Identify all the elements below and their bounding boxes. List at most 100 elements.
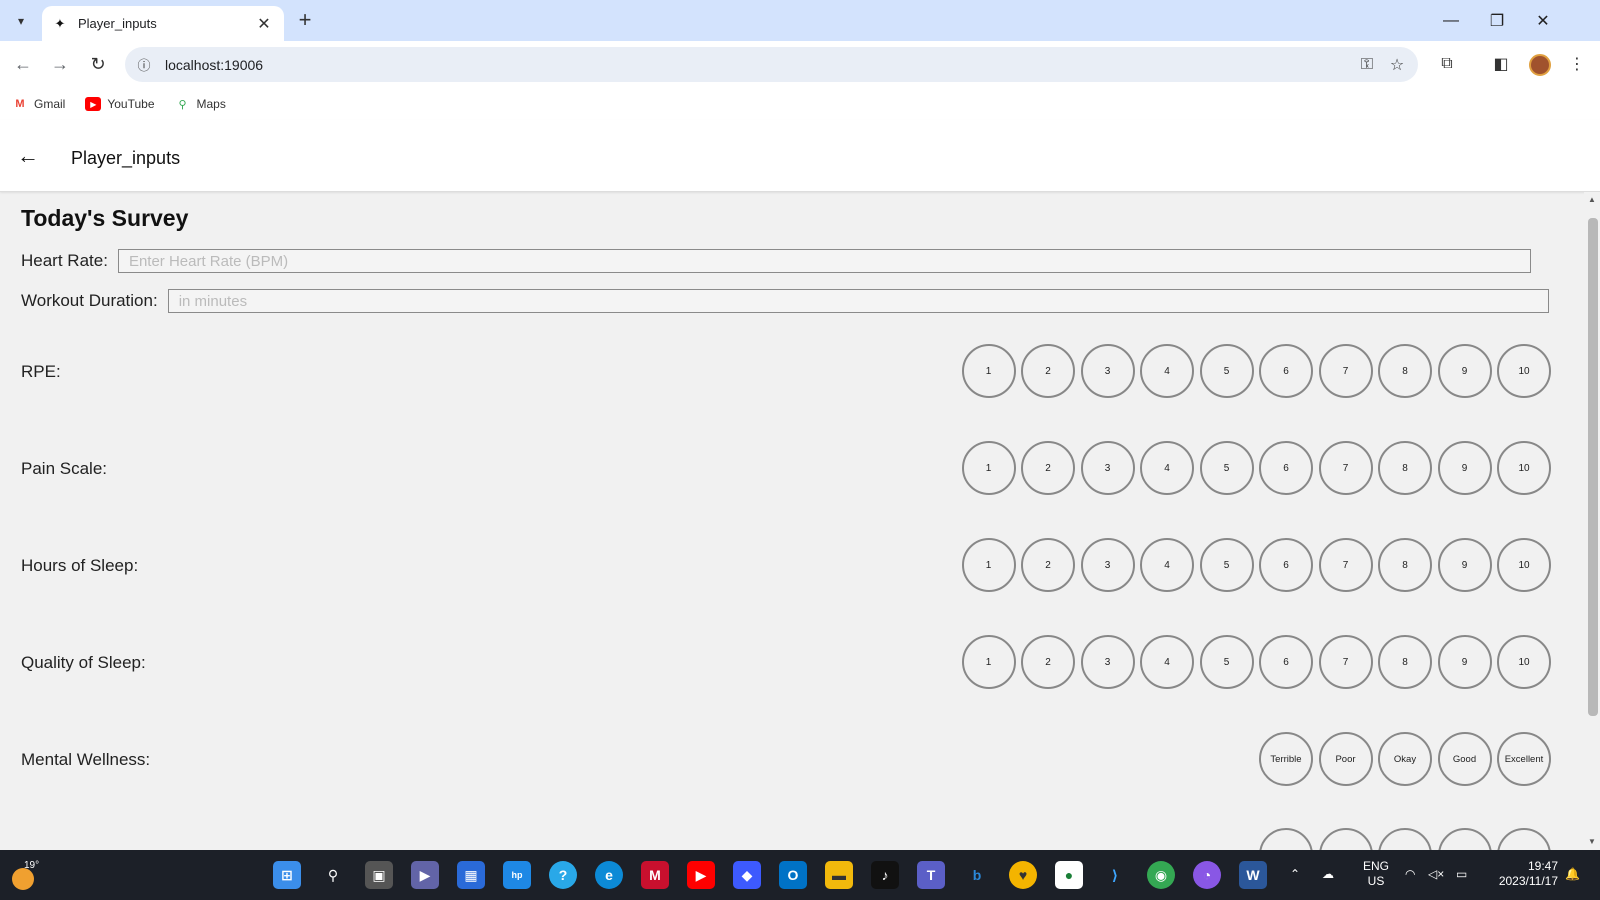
workout-duration-input[interactable]: in minutes bbox=[167, 289, 1549, 313]
scale-option-button[interactable]: 8 bbox=[1378, 441, 1432, 495]
scale-option-button[interactable] bbox=[1259, 828, 1313, 850]
scale-option-button[interactable]: Terrible bbox=[1259, 732, 1313, 786]
scale-option-button[interactable]: 9 bbox=[1437, 344, 1492, 398]
tiktok-icon[interactable]: ♪ bbox=[871, 861, 899, 889]
new-tab-button[interactable]: + bbox=[292, 8, 318, 34]
scale-option-button[interactable]: 7 bbox=[1318, 441, 1373, 495]
tab-search-chevron-icon[interactable]: ▾ bbox=[8, 8, 34, 34]
extensions-icon[interactable]: ⧉ bbox=[1432, 49, 1462, 79]
scale-option-button[interactable]: 5 bbox=[1199, 441, 1254, 495]
scale-option-button[interactable]: 2 bbox=[1021, 538, 1075, 592]
reload-icon[interactable]: ↻ bbox=[83, 49, 113, 79]
task-view-icon[interactable]: ▣ bbox=[365, 861, 393, 889]
heart-rate-input[interactable]: Enter Heart Rate (BPM) bbox=[117, 249, 1531, 273]
clock[interactable]: 19:47 2023/11/17 bbox=[1486, 859, 1558, 889]
scale-option-button[interactable]: 1 bbox=[961, 441, 1016, 495]
password-key-icon[interactable]: ⚿ bbox=[1352, 50, 1382, 80]
teams-icon[interactable]: T bbox=[917, 861, 945, 889]
scale-option-button[interactable]: 3 bbox=[1080, 635, 1135, 689]
scale-option-button[interactable] bbox=[1318, 828, 1373, 850]
copilot-icon[interactable]: ◆ bbox=[733, 861, 761, 889]
start-icon[interactable]: ⊞ bbox=[273, 861, 301, 889]
site-info-icon[interactable]: ⓘ bbox=[133, 54, 155, 76]
scale-option-button[interactable]: 1 bbox=[961, 635, 1016, 689]
green-app-icon[interactable]: ● bbox=[1055, 861, 1083, 889]
weather-widget[interactable]: 19° bbox=[10, 858, 50, 892]
scale-option-button[interactable]: 6 bbox=[1259, 538, 1313, 592]
scale-option-button[interactable]: 9 bbox=[1437, 441, 1492, 495]
volume-muted-icon[interactable]: ◁× bbox=[1428, 867, 1444, 882]
outlook-icon[interactable]: O bbox=[779, 861, 807, 889]
scale-option-button[interactable]: 10 bbox=[1497, 635, 1551, 689]
scale-option-button[interactable]: Excellent bbox=[1497, 732, 1551, 786]
scale-option-button[interactable]: 2 bbox=[1021, 441, 1075, 495]
url-text[interactable]: localhost:19006 bbox=[165, 57, 1352, 73]
scale-option-button[interactable]: 10 bbox=[1497, 344, 1551, 398]
scale-option-button[interactable]: 1 bbox=[961, 344, 1016, 398]
onedrive-icon[interactable]: ☁ bbox=[1322, 867, 1334, 882]
bing-icon[interactable]: b bbox=[963, 861, 991, 889]
scale-option-button[interactable]: 10 bbox=[1497, 441, 1551, 495]
scale-option-button[interactable]: 4 bbox=[1140, 441, 1194, 495]
vscode-icon[interactable]: ⟩ bbox=[1101, 861, 1129, 889]
help-icon[interactable]: ? bbox=[549, 861, 577, 889]
file-explorer-icon[interactable]: ▬ bbox=[825, 861, 853, 889]
scale-option-button[interactable] bbox=[1437, 828, 1492, 850]
scale-option-button[interactable]: 7 bbox=[1318, 538, 1373, 592]
language-indicator[interactable]: ENG US bbox=[1358, 859, 1394, 889]
scale-option-button[interactable]: 4 bbox=[1140, 344, 1194, 398]
bookmark-star-icon[interactable]: ☆ bbox=[1382, 50, 1412, 80]
scale-option-button[interactable]: 9 bbox=[1437, 538, 1492, 592]
scale-option-button[interactable]: 4 bbox=[1140, 538, 1194, 592]
chrome-icon[interactable]: ◉ bbox=[1147, 861, 1175, 889]
scale-option-button[interactable]: 4 bbox=[1140, 635, 1194, 689]
page-scrollbar[interactable]: ▲ ▼ bbox=[1584, 192, 1600, 850]
github-icon[interactable]: ◔ bbox=[1193, 861, 1221, 889]
battery-icon[interactable]: ▭ bbox=[1456, 867, 1467, 882]
tab-close-icon[interactable]: ✕ bbox=[254, 14, 274, 34]
myhp-icon[interactable]: hp bbox=[503, 861, 531, 889]
scale-option-button[interactable]: 5 bbox=[1199, 538, 1254, 592]
scale-option-button[interactable]: 9 bbox=[1437, 635, 1492, 689]
avatar[interactable] bbox=[1529, 54, 1551, 76]
menu-kebab-icon[interactable]: ⋮ bbox=[1562, 49, 1592, 79]
scale-option-button[interactable] bbox=[1497, 828, 1551, 850]
scale-option-button[interactable]: Okay bbox=[1378, 732, 1432, 786]
scrollbar-thumb[interactable] bbox=[1588, 218, 1598, 716]
notification-bell-icon[interactable]: 🔔 bbox=[1565, 867, 1580, 882]
scale-option-button[interactable]: 8 bbox=[1378, 538, 1432, 592]
scale-option-button[interactable]: 10 bbox=[1497, 538, 1551, 592]
scale-option-button[interactable]: 8 bbox=[1378, 635, 1432, 689]
tray-chevron-up-icon[interactable]: ⌃ bbox=[1290, 867, 1300, 882]
browser-tab[interactable]: ✦ Player_inputs ✕ bbox=[42, 6, 284, 41]
edge-icon[interactable]: e bbox=[595, 861, 623, 889]
youtube-app-icon[interactable]: ▶ bbox=[687, 861, 715, 889]
scale-option-button[interactable]: 6 bbox=[1259, 635, 1313, 689]
search-icon[interactable]: ⚲ bbox=[319, 861, 347, 889]
bookmark-maps[interactable]: ⚲ Maps bbox=[175, 97, 225, 111]
scale-option-button[interactable]: 3 bbox=[1080, 441, 1135, 495]
back-arrow-icon[interactable]: ← bbox=[14, 142, 42, 170]
forward-nav-icon[interactable]: → bbox=[45, 49, 75, 79]
scale-option-button[interactable]: 6 bbox=[1259, 441, 1313, 495]
scroll-down-arrow-icon[interactable]: ▼ bbox=[1584, 834, 1600, 850]
scale-option-button[interactable]: 7 bbox=[1318, 635, 1373, 689]
scale-option-button[interactable]: 5 bbox=[1199, 635, 1254, 689]
restore-icon[interactable]: ❐ bbox=[1474, 0, 1520, 41]
mcafee-icon[interactable]: M bbox=[641, 861, 669, 889]
scale-option-button[interactable]: 3 bbox=[1080, 538, 1135, 592]
scale-option-button[interactable]: 5 bbox=[1199, 344, 1254, 398]
word-icon[interactable]: W bbox=[1239, 861, 1267, 889]
back-nav-icon[interactable]: ← bbox=[8, 49, 38, 79]
scale-option-button[interactable]: 8 bbox=[1378, 344, 1432, 398]
scale-option-button[interactable]: 1 bbox=[961, 538, 1016, 592]
scale-option-button[interactable]: 2 bbox=[1021, 635, 1075, 689]
scale-option-button[interactable]: 6 bbox=[1259, 344, 1313, 398]
teams-chat-icon[interactable]: ▶ bbox=[411, 861, 439, 889]
scale-option-button[interactable]: 2 bbox=[1021, 344, 1075, 398]
scroll-up-arrow-icon[interactable]: ▲ bbox=[1584, 192, 1600, 208]
scale-option-button[interactable]: Poor bbox=[1318, 732, 1373, 786]
scale-option-button[interactable]: 7 bbox=[1318, 344, 1373, 398]
side-panel-icon[interactable]: ◧ bbox=[1486, 49, 1516, 79]
scale-option-button[interactable] bbox=[1378, 828, 1432, 850]
